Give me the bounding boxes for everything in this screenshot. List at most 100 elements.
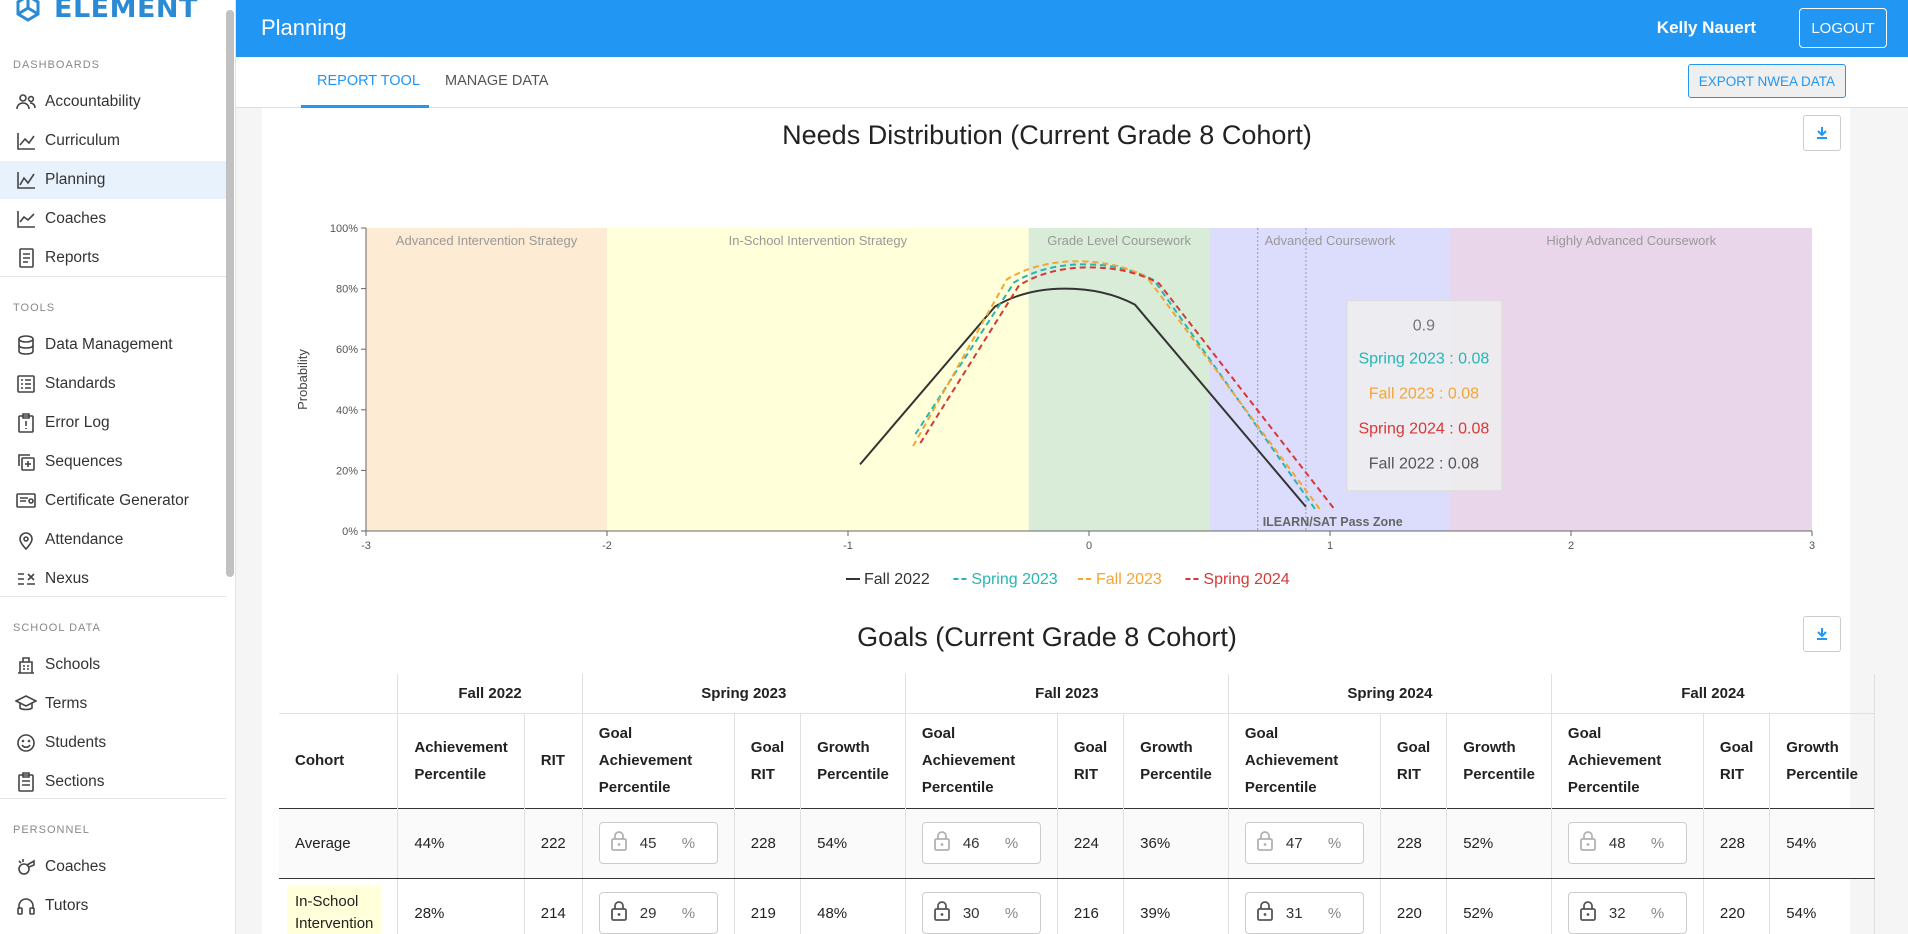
goal-achievement-cell: 31% [1228, 878, 1381, 934]
band-label: Highly Advanced Coursework [1546, 233, 1716, 248]
goal-percentile-input[interactable]: 47% [1244, 822, 1364, 864]
sidebar-item-error-log[interactable]: Error Log [0, 404, 226, 442]
growth-percentile: 52% [1446, 878, 1552, 934]
sidebar-item-planning[interactable]: Planning [0, 161, 226, 199]
sidebar: ELEMENT DASHBOARDS Accountability Curricul… [0, 0, 236, 934]
rit-value: 222 [524, 807, 583, 879]
graduation-cap-icon [13, 693, 39, 715]
brand-name: ELEMENT [54, 0, 198, 24]
term-header: Spring 2024 [1228, 674, 1552, 714]
lock-icon[interactable] [1579, 830, 1597, 856]
tooltip-row: Fall 2023 : 0.08 [1369, 386, 1479, 403]
people-icon [13, 91, 39, 113]
lock-icon[interactable] [610, 830, 628, 856]
legend-label: Spring 2024 [1203, 571, 1289, 588]
download-chart-button[interactable] [1803, 115, 1841, 151]
percent-suffix: % [681, 834, 696, 852]
sidebar-item-reports[interactable]: Reports [0, 239, 226, 277]
clipboard-alert-icon [13, 412, 39, 434]
tab-report-tool[interactable]: REPORT TOOL [317, 73, 420, 89]
goals-title: Goals (Current Grade 8 Cohort) [857, 622, 1237, 652]
goal-achievement-cell: 47% [1228, 807, 1381, 879]
cohort-name: Average [279, 807, 399, 879]
sidebar-item-nexus[interactable]: Nexus [0, 560, 226, 598]
goal-achievement-cell: 30% [905, 878, 1058, 934]
band-label: In-School Intervention Strategy [729, 233, 908, 248]
needs-chart-title: Needs Distribution (Current Grade 8 Coho… [782, 120, 1312, 150]
sidebar-item-label: Standards [45, 375, 116, 392]
rit-value: 214 [524, 878, 583, 934]
lock-icon[interactable] [933, 900, 951, 926]
goal-percentile-input[interactable]: 31% [1244, 892, 1364, 934]
lock-icon[interactable] [1256, 900, 1274, 926]
term-header-row: Fall 2022 Spring 2023 Fall 2023 Spring 2… [279, 674, 1875, 714]
goal-percentile-input[interactable]: 32% [1567, 892, 1687, 934]
goal-percentile-input[interactable]: 46% [921, 822, 1041, 864]
sidebar-item-schools[interactable]: Schools [0, 646, 226, 684]
term-header: Fall 2022 [397, 674, 583, 714]
growth-percentile: 52% [1446, 807, 1552, 879]
sidebar-item-label: Coaches [45, 210, 107, 227]
goal-percentile-input[interactable]: 45% [598, 822, 718, 864]
tooltip-row: Spring 2024 : 0.08 [1358, 421, 1489, 438]
sidebar-item-terms[interactable]: Terms [0, 685, 226, 723]
sidebar-item-curriculum[interactable]: Curriculum [0, 122, 226, 160]
sidebar-item-standards[interactable]: Standards [0, 365, 226, 403]
percent-suffix: % [1650, 834, 1665, 852]
goal-achievement-cell: 45% [582, 807, 735, 879]
y-axis-label: Probability [295, 349, 310, 410]
sidebar-section-header: SCHOOL DATA [13, 622, 101, 634]
sidebar-item-certificate-generator[interactable]: Certificate Generator [0, 482, 226, 520]
export-nwea-data-button[interactable]: EXPORT NWEA DATA [1687, 64, 1846, 98]
sidebar-item-data-management[interactable]: Data Management [0, 326, 226, 364]
sidebar-scrollbar[interactable] [226, 10, 234, 577]
tab-manage-data[interactable]: MANAGE DATA [445, 73, 548, 89]
sidebar-item-students[interactable]: Students [0, 724, 226, 762]
sidebar-item-label: Sections [45, 773, 105, 790]
sidebar-item-label: Coaches [45, 858, 107, 875]
sidebar-divider [0, 596, 226, 597]
sidebar-item-coaches[interactable]: Coaches [0, 848, 226, 886]
x-tick-label: 1 [1327, 540, 1333, 552]
brand-logo[interactable]: ELEMENT [8, 0, 198, 28]
lock-icon[interactable] [610, 900, 628, 926]
band-label: Advanced Intervention Strategy [396, 233, 578, 248]
headset-icon [13, 895, 39, 917]
goal-percentile-input[interactable]: 29% [598, 892, 718, 934]
sidebar-item-coaches[interactable]: Coaches [0, 200, 226, 238]
sidebar-item-label: Students [45, 734, 107, 751]
achievement-percentile: 28% [397, 878, 525, 934]
document-icon [13, 247, 39, 269]
sort-icon [13, 568, 39, 590]
growth-percentile: 39% [1123, 878, 1229, 934]
sidebar-item-attendance[interactable]: Attendance [0, 521, 226, 559]
lock-icon[interactable] [933, 830, 951, 856]
area-chart-icon [13, 169, 39, 191]
needs-distribution-chart: Advanced Intervention Strategy In-School … [295, 223, 1815, 588]
goal-value: 30 [962, 904, 980, 922]
download-goals-button[interactable] [1803, 616, 1841, 652]
column-header-row: Cohort Achievement Percentile RIT Goal Achi… [279, 713, 1875, 808]
goal-percentile-input[interactable]: 30% [921, 892, 1041, 934]
band-label: Grade Level Coursework [1047, 233, 1191, 248]
col-rit: RIT [524, 713, 583, 808]
lock-icon[interactable] [1256, 830, 1274, 856]
sidebar-item-label: Data Management [45, 336, 173, 353]
goal-percentile-input[interactable]: 48% [1567, 822, 1687, 864]
user-name: Kelly Nauert [1656, 18, 1756, 37]
term-header: Spring 2023 [582, 674, 906, 714]
sidebar-item-label: Error Log [45, 414, 110, 431]
sidebar-item-sequences[interactable]: Sequences [0, 443, 226, 481]
percent-suffix: % [1650, 904, 1665, 922]
legend-label: Spring 2023 [971, 571, 1057, 588]
sidebar-item-sections[interactable]: Sections [0, 763, 226, 801]
sidebar-item-tutors[interactable]: Tutors [0, 887, 226, 925]
logout-button[interactable]: LOGOUT [1799, 8, 1887, 48]
sidebar-divider [0, 276, 226, 277]
goal-rit: 219 [734, 878, 802, 934]
sidebar-item-accountability[interactable]: Accountability [0, 83, 226, 121]
lock-icon[interactable] [1579, 900, 1597, 926]
goals-table: Fall 2022 Spring 2023 Fall 2023 Spring 2… [279, 674, 1875, 934]
growth-percentile: 36% [1123, 807, 1229, 879]
goal-rit: 228 [1703, 807, 1771, 879]
